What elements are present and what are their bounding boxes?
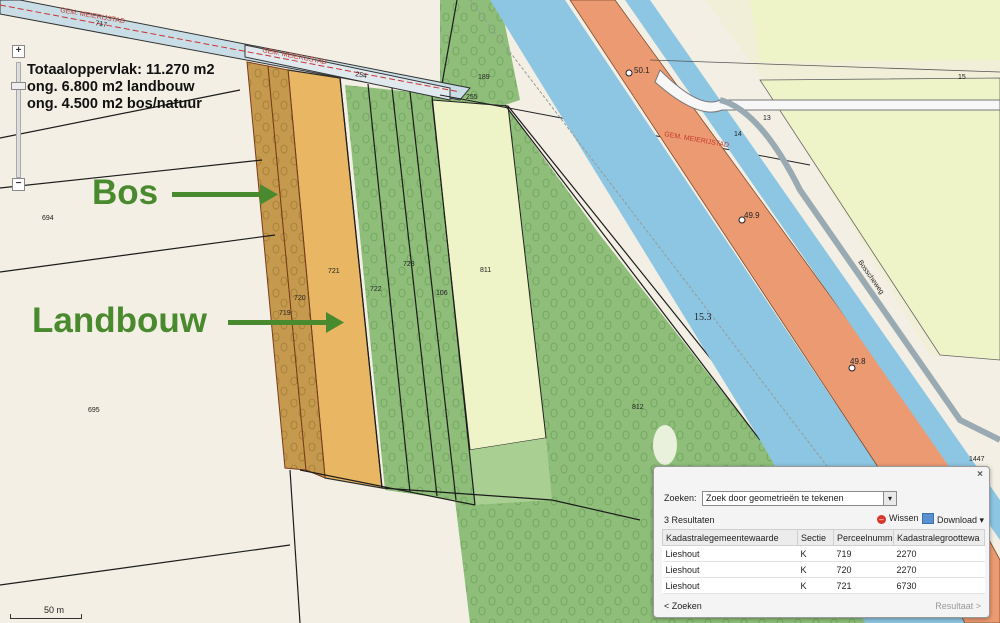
zoom-out-button[interactable]: −	[12, 178, 25, 191]
table-row[interactable]: Lieshout K 721 6730	[662, 577, 985, 594]
label-parcel-13: 13	[763, 115, 771, 122]
results-table: Kadastralegemeentewaarde Sectie Perceeln…	[662, 529, 985, 594]
clear-button[interactable]: – Wissen	[877, 513, 919, 524]
clear-label: Wissen	[889, 513, 919, 523]
clearing	[653, 425, 677, 465]
search-mode-value: Zoek door geometrieën te tekenen	[706, 493, 844, 503]
cell-grootte: 2270	[893, 545, 985, 562]
table-row[interactable]: Lieshout K 720 2270	[662, 561, 985, 578]
back-to-search-link[interactable]: < Zoeken	[664, 601, 702, 611]
cell-gemeente: Lieshout	[662, 561, 798, 578]
cell-sectie: K	[797, 545, 834, 562]
column-header[interactable]: Perceelnummer	[833, 529, 894, 546]
zoom-slider-handle[interactable]	[11, 82, 26, 90]
search-label: Zoeken:	[664, 492, 697, 503]
chevron-down-icon[interactable]: ▾	[883, 492, 897, 505]
label-parcel-1447: 1447	[969, 456, 985, 463]
cell-grootte: 6730	[893, 577, 985, 594]
table-header-row: Kadastralegemeentewaarde Sectie Perceeln…	[662, 529, 985, 546]
annotation-landbouw: Landbouw	[32, 301, 207, 340]
cell-sectie: K	[797, 561, 834, 578]
forest-area-text: ong. 4.500 m2 bos/natuur	[27, 96, 202, 112]
elevation-point	[625, 69, 633, 77]
column-header[interactable]: Kadastralegemeentewaarde	[662, 529, 798, 546]
next-result-link[interactable]: Resultaat >	[935, 601, 981, 611]
label-parcel-694: 694	[42, 215, 54, 222]
label-parcel-15: 15	[958, 74, 966, 81]
table-row[interactable]: Lieshout K 719 2270	[662, 545, 985, 562]
label-elevation: 49.8	[850, 357, 866, 366]
download-icon	[922, 513, 934, 524]
cell-grootte: 2270	[893, 561, 985, 578]
zoom-in-button[interactable]: +	[12, 45, 25, 58]
close-icon[interactable]: ×	[975, 470, 985, 480]
download-button[interactable]: Download ▾	[922, 513, 984, 526]
cell-gemeente: Lieshout	[662, 545, 798, 562]
search-mode-select[interactable]: Zoek door geometrieën te tekenen ▾	[702, 491, 898, 506]
label-parcel-811: 811	[480, 267, 491, 274]
search-row: Zoeken: Zoek door geometrieën te tekenen…	[664, 491, 898, 506]
scale-bar	[10, 614, 82, 619]
label-parcel-722: 722	[370, 286, 382, 293]
label-parcel-720: 720	[294, 295, 306, 302]
label-parcel-106: 106	[436, 290, 448, 297]
cell-perceel: 721	[833, 577, 894, 594]
label-elevation: 50.1	[634, 66, 650, 75]
download-label: Download	[937, 515, 978, 525]
arrow-landbouw-shaft	[228, 320, 328, 325]
zoom-slider-track[interactable]	[16, 62, 21, 178]
label-elevation: 49.9	[744, 211, 760, 220]
result-count: 3 Resultaten	[664, 515, 715, 525]
label-parcel-723: 723	[403, 261, 415, 268]
label-contour: 15.3	[694, 312, 712, 323]
chevron-down-icon: ▾	[979, 515, 985, 525]
area-info: Totaaloppervlak: 11.270 m2 ong. 6.800 m2…	[27, 62, 215, 113]
clear-icon: –	[877, 515, 886, 524]
label-parcel-812: 812	[632, 404, 644, 411]
annotation-bos: Bos	[92, 173, 159, 212]
east-field-green	[750, 0, 1000, 62]
label-parcel-721: 721	[328, 268, 340, 275]
label-parcel-189: 189	[478, 74, 490, 81]
label-parcel-719: 719	[279, 310, 291, 317]
agriculture-area-text: ong. 6.800 m2 landbouw	[27, 79, 195, 95]
label-parcel-14: 14	[734, 131, 742, 138]
cell-sectie: K	[797, 577, 834, 594]
total-area-text: Totaaloppervlak: 11.270 m2	[27, 62, 215, 78]
column-header[interactable]: Sectie	[797, 529, 834, 546]
cell-gemeente: Lieshout	[662, 577, 798, 594]
column-header[interactable]: Kadastralegroottewa	[893, 529, 985, 546]
label-parcel-255: 255	[466, 94, 478, 101]
cell-perceel: 719	[833, 545, 894, 562]
arrow-bos-shaft	[172, 192, 262, 197]
label-parcel-695: 695	[88, 407, 100, 414]
search-results-panel: × Zoeken: Zoek door geometrieën te teken…	[653, 466, 990, 618]
cell-perceel: 720	[833, 561, 894, 578]
